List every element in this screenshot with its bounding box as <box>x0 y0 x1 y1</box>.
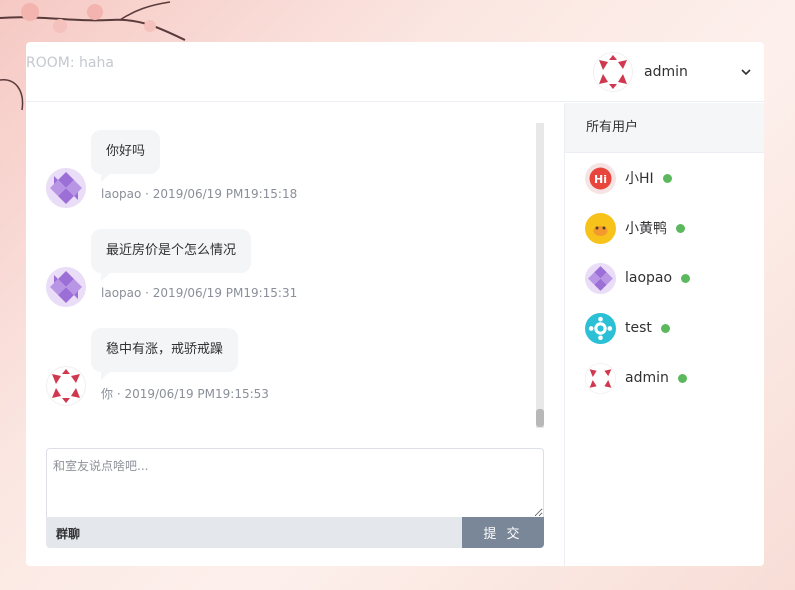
message-meta: laopao · 2019/06/19 PM19:15:18 <box>101 187 298 201</box>
chat-room-panel: ROOM: haha admin 你好吗 laopao · 2019/06/19… <box>26 42 764 566</box>
message-meta: laopao · 2019/06/19 PM19:15:31 <box>101 286 298 300</box>
message-list[interactable]: 你好吗 laopao · 2019/06/19 PM19:15:18 最近房价是… <box>26 103 564 428</box>
user-name: admin <box>625 370 669 386</box>
user-sidebar: 所有用户 Hi 小HI 小黄鸭 laopao test admin <box>564 103 764 566</box>
yellow-duck-avatar-icon <box>585 212 616 244</box>
message-meta: 你 · 2019/06/19 PM19:15:53 <box>101 387 269 401</box>
user-list-item[interactable]: 小黄鸭 <box>585 212 755 244</box>
sidebar-title: 所有用户 <box>565 103 764 153</box>
user-list-item[interactable]: admin <box>585 362 755 394</box>
geometric-avatar-purple-icon <box>46 168 86 208</box>
geometric-avatar-red-icon <box>585 362 616 394</box>
room-title: ROOM: haha <box>26 55 114 71</box>
user-name: laopao <box>625 270 673 286</box>
user-list-item[interactable]: laopao <box>585 262 755 294</box>
message-item: 最近房价是个怎么情况 laopao · 2019/06/19 PM19:15:3… <box>46 229 546 311</box>
user-name: 小黄鸭 <box>625 221 667 237</box>
message-bubble: 最近房价是个怎么情况 <box>91 229 252 281</box>
online-status-dot <box>662 173 672 183</box>
online-status-dot <box>660 323 670 333</box>
room-header: ROOM: haha admin <box>26 42 764 102</box>
current-user-menu[interactable]: admin <box>593 52 753 92</box>
current-user-name: admin <box>644 64 688 80</box>
user-name: test <box>625 320 652 336</box>
geometric-avatar-cyan-icon <box>585 312 616 344</box>
chat-area: 你好吗 laopao · 2019/06/19 PM19:15:18 最近房价是… <box>26 103 564 566</box>
user-list-item[interactable]: Hi 小HI <box>585 162 755 194</box>
composer-bar: 群聊 提 交 <box>46 517 544 548</box>
geometric-avatar-red-icon <box>593 52 633 92</box>
online-status-dot <box>676 223 685 233</box>
chevron-down-icon <box>741 69 751 76</box>
message-bubble: 稳中有涨，戒骄戒躁 <box>91 328 239 380</box>
online-status-dot <box>681 273 691 283</box>
submit-button[interactable]: 提 交 <box>462 517 544 548</box>
chat-mode-label: 群聊 <box>56 527 81 541</box>
scrollbar-thumb[interactable] <box>536 409 544 427</box>
geometric-avatar-purple-icon <box>46 267 86 307</box>
message-scrollbar[interactable] <box>536 123 544 428</box>
message-item: 稳中有涨，戒骄戒躁 你 · 2019/06/19 PM19:15:53 <box>46 328 546 410</box>
svg-text:Hi: Hi <box>594 173 607 186</box>
hi-logo-avatar-icon: Hi <box>585 162 616 194</box>
message-input[interactable] <box>46 448 544 518</box>
message-item: 你好吗 laopao · 2019/06/19 PM19:15:18 <box>46 130 546 212</box>
online-status-dot <box>677 373 687 383</box>
message-bubble: 你好吗 <box>91 130 161 182</box>
geometric-avatar-red-icon <box>46 366 86 406</box>
user-list-item[interactable]: test <box>585 312 755 344</box>
geometric-avatar-purple-icon <box>585 262 616 294</box>
user-name: 小HI <box>625 171 654 187</box>
